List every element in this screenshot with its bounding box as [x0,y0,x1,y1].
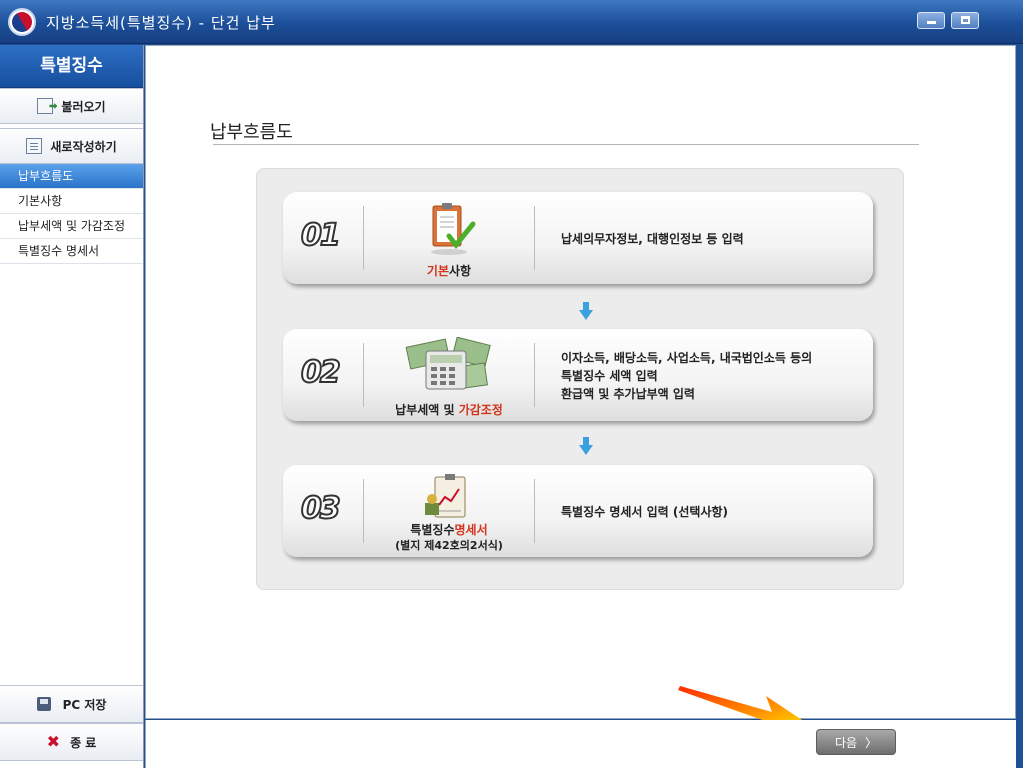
close-icon: ✖ [46,732,61,751]
step-number: 03 [300,490,342,527]
window-title: 지방소득세(특별징수) - 단건 납부 [46,14,276,32]
step-sublabel: (별지 제42호의2서식) [395,539,503,552]
sidebar-item-flow[interactable]: 납부흐름도 [0,164,143,189]
load-button-label: 불러오기 [61,99,106,114]
step-number: 01 [300,217,342,254]
title-bar: 지방소득세(특별징수) - 단건 납부 [0,0,1023,44]
step-card-basic-info: 01 기본사항 납세의무자정보, 대행인정보 등 입력 [283,192,873,284]
step-description: 납세의무자정보, 대행인정보 등 입력 [561,232,744,246]
statement-chart-icon [425,474,466,518]
flow-arrow-down-icon [579,302,593,320]
next-button[interactable]: 다음 〉 [816,729,896,755]
minimize-button[interactable] [917,12,945,29]
calculator-money-icon [405,337,491,390]
pc-save-button[interactable]: PC 저장 [0,685,143,723]
app-logo-icon [8,8,36,36]
title-divider [213,144,919,145]
step-label: 납부세액 및 가감조정 [395,403,503,417]
load-file-icon [37,98,54,114]
sidebar-item-basic-info[interactable]: 기본사항 [0,189,143,214]
sidebar-header: 특별징수 [0,45,143,88]
clipboard-check-icon [431,203,476,255]
main-content: 납부흐름도 01 기본사항 납세의무자정보, 대행인정보 등 입력 02 납부세… [145,45,1016,734]
step-number: 02 [300,354,342,391]
sidebar-item-tax-adjustment[interactable]: 납부세액 및 가감조정 [0,214,143,239]
flow-panel: 01 기본사항 납세의무자정보, 대행인정보 등 입력 02 납부세액 및 가감… [256,168,904,590]
load-button[interactable]: 불러오기 [0,88,143,124]
exit-button[interactable]: ✖ 종 료 [0,723,143,761]
new-document-button[interactable]: 새로작성하기 [0,128,143,164]
page-title: 납부흐름도 [210,122,293,143]
sidebar-item-statement[interactable]: 특별징수 명세서 [0,239,143,264]
step-label: 기본사항 [426,264,472,278]
maximize-button[interactable] [951,12,979,29]
flow-arrow-down-icon [579,437,593,455]
next-button-label: 다음 [834,735,858,750]
sidebar: 특별징수 불러오기 새로작성하기 납부흐름도 기본사항 납부세액 및 가감조정 … [0,45,144,768]
new-document-icon [26,138,43,154]
floppy-disk-icon [36,697,51,711]
maximize-icon [961,16,970,24]
step-description: 이자소득, 배당소득, 사업소득, 내국법인소득 등의 특별징수 세액 입력 환… [561,351,813,401]
pc-save-label: PC 저장 [62,697,107,712]
new-document-label: 새로작성하기 [50,139,117,154]
step-card-statement: 03 특별징수명세서 (별지 제42호의2서식) 특별징수 명세서 입력 (선택… [283,465,873,557]
step-description: 특별징수 명세서 입력 (선택사항) [561,505,729,519]
exit-label: 종 료 [70,735,97,750]
step-label: 특별징수명세서 [410,523,488,537]
bottom-bar: 다음 〉 [145,720,1016,768]
step-card-tax-adjustment: 02 납부세액 및 가감조정 이자소득, 배당소득, 사업소득, 내국법인소득 … [283,329,873,421]
chevron-right-icon: 〉 [865,735,878,750]
minimize-icon [927,21,936,24]
